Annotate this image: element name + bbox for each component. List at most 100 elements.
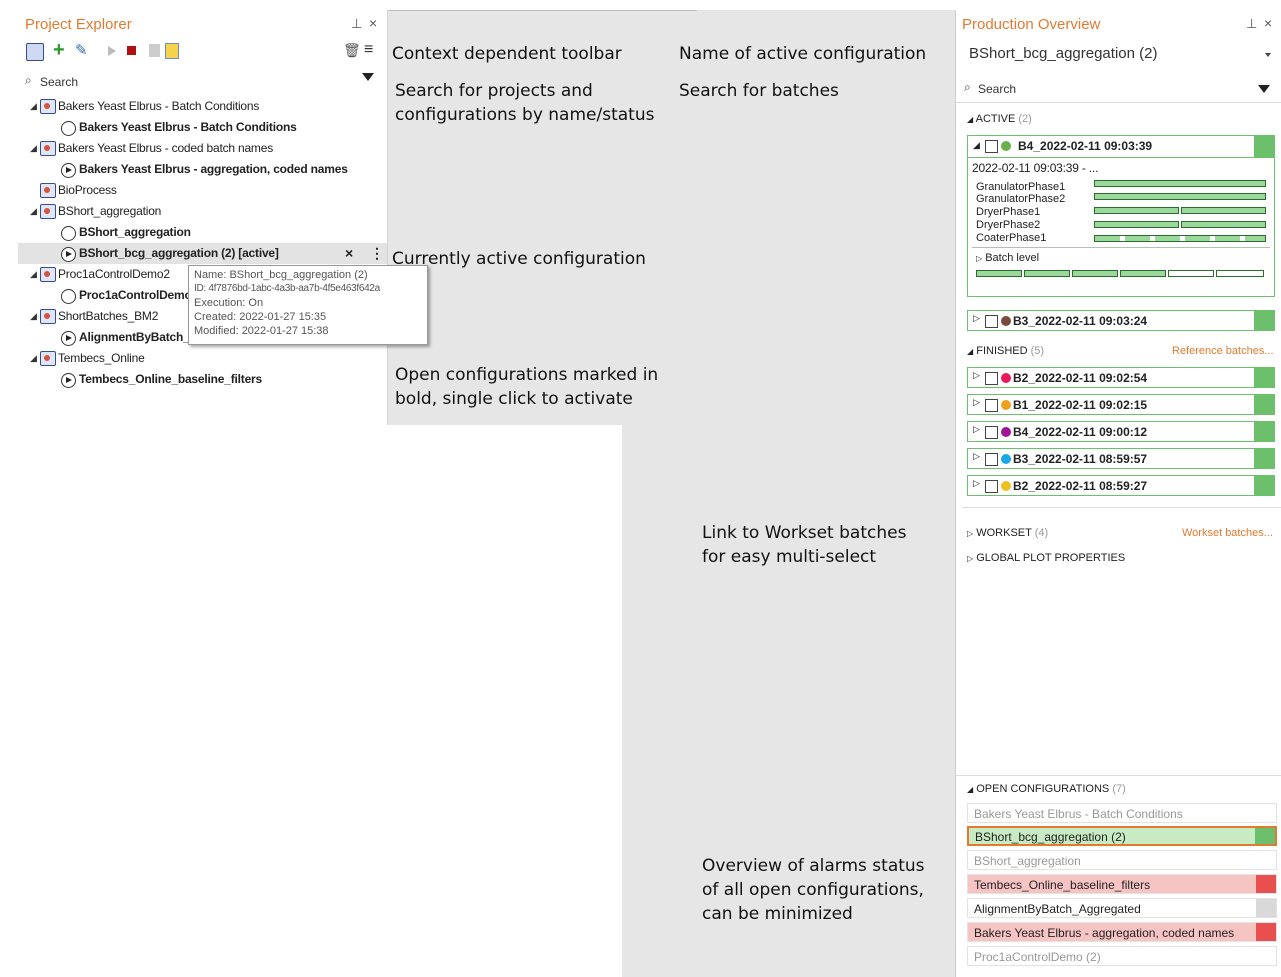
open-config-row[interactable]: AlignmentByBatch_Aggregated [967,898,1277,918]
open-configurations-header[interactable]: ◢ OPEN CONFIGURATIONS (7) [967,783,1126,795]
open-project-icon[interactable] [26,43,44,61]
open-config-row[interactable]: Proc1aControlDemo (2) [967,946,1277,966]
finished-batch-row[interactable]: ▷ B2_2022-02-11 08:59:27 [967,475,1275,496]
tree-project-item[interactable]: ◢ Bakers Yeast Elbrus - Batch Conditions [18,96,387,117]
expand-icon[interactable]: ◢ [30,201,37,222]
collapse-icon[interactable]: ◢ [973,140,980,151]
batch-search-box[interactable]: ⌕ Search [956,77,1281,99]
tree-config-item[interactable]: Bakers Yeast Elbrus - aggregation, coded… [18,159,387,180]
play-icon[interactable] [108,46,116,56]
tree-config-item-active[interactable]: BShort_bcg_aggregation (2) [active] × ⋮ [18,243,387,264]
open-config-row-active[interactable]: BShort_bcg_aggregation (2) [967,826,1277,846]
batch-name: B4_2022-02-11 09:00:12 [1013,425,1148,439]
section-count: (7) [1112,783,1126,795]
close-config-icon[interactable]: × [345,243,353,264]
delete-icon[interactable]: 🗑 [343,42,361,59]
batch-checkbox[interactable] [985,399,998,412]
batch-level-toggle[interactable]: ▷ Batch level [976,252,1039,264]
open-config-row[interactable]: BShort_aggregation [967,850,1277,870]
expand-icon[interactable]: ▷ [973,313,980,324]
batch-color-dot [1001,400,1011,410]
section-count: (4) [1034,527,1049,539]
tree-config-item[interactable]: BShort_aggregation [18,222,387,243]
tree-item-label: Bakers Yeast Elbrus - aggregation, coded… [79,162,348,176]
close-icon[interactable]: × [369,15,377,31]
batch-checkbox[interactable] [985,426,998,439]
pin-icon[interactable]: ⊥ [1246,16,1257,32]
expand-icon[interactable]: ▷ [973,397,980,408]
finished-batch-row[interactable]: ▷ B1_2022-02-11 09:02:15 [967,394,1275,415]
expand-icon[interactable]: ◢ [30,96,37,117]
expand-icon[interactable]: ▷ [973,370,980,381]
export-icon[interactable] [165,43,179,59]
phase-label: DryerPhase2 [976,219,1041,231]
phase-label: DryerPhase1 [976,206,1041,218]
batch-checkbox[interactable] [985,140,998,153]
expand-icon[interactable]: ◢ [30,306,37,327]
batch-checkbox[interactable] [985,315,998,328]
filter-icon[interactable] [362,73,374,81]
open-config-row[interactable]: Bakers Yeast Elbrus - aggregation, coded… [967,922,1277,942]
pin-icon[interactable]: ⊥ [351,16,362,32]
edit-icon[interactable]: ✎ [75,41,88,59]
annotation-search-projects-line2: configurations by name/status [395,105,655,125]
expand-icon[interactable]: ▷ [973,451,980,462]
active-batch-row[interactable]: ▷ B3_2022-02-11 09:03:24 [967,310,1275,331]
open-config-row[interactable]: Tembecs_Online_baseline_filters [967,874,1277,894]
open-config-label: AlignmentByBatch_Aggregated [974,902,1141,916]
chevron-down-icon [1265,53,1271,57]
add-icon[interactable]: + [53,39,65,62]
open-config-label: Bakers Yeast Elbrus - aggregation, coded… [974,926,1235,940]
search-box[interactable]: ⌕ Search [18,71,387,91]
phase-label: GranulatorPhase1 [976,181,1066,193]
filter-icon[interactable] [1258,85,1270,93]
active-config-dropdown[interactable]: BShort_bcg_aggregation (2) [956,40,1281,66]
finished-section-header[interactable]: ◢ FINISHED (5) [967,345,1044,357]
import-icon[interactable] [149,44,160,57]
batch-checkbox[interactable] [985,480,998,493]
expand-icon: ▷ [976,254,983,263]
stop-icon[interactable] [127,46,136,55]
phase-bar [1181,221,1266,228]
batch-status-bar [1254,136,1274,157]
workset-section-header[interactable]: ▷ WORKSET (4) [967,527,1048,539]
tooltip-modified: Modified: 2022-01-27 15:38 [194,325,329,337]
batch-level-bar [1120,270,1166,277]
global-plot-properties-header[interactable]: ▷ GLOBAL PLOT PROPERTIES [967,552,1125,564]
tree-project-item[interactable]: BioProcess [18,180,387,201]
annotation-name-active: Name of active configuration [679,44,927,64]
workset-batches-link[interactable]: Workset batches... [1182,527,1273,539]
batch-status-bar [1254,395,1274,414]
tree-project-item[interactable]: ◢ Bakers Yeast Elbrus - coded batch name… [18,138,387,159]
batch-checkbox[interactable] [985,372,998,385]
expand-icon[interactable]: ◢ [30,138,37,159]
finished-batch-row[interactable]: ▷ B4_2022-02-11 09:00:12 [967,421,1275,442]
tree-item-label: Tembecs_Online [58,351,145,365]
annotation-open-configs-line1: Open configurations marked in [395,365,659,385]
expand-icon[interactable]: ▷ [973,424,980,435]
finished-batch-row[interactable]: ▷ B2_2022-02-11 09:02:54 [967,367,1275,388]
expand-icon[interactable]: ◢ [30,348,37,369]
more-options-icon[interactable]: ⋮ [370,243,384,264]
tree-project-item[interactable]: ◢ Tembecs_Online [18,348,387,369]
batch-checkbox[interactable] [985,453,998,466]
expand-icon[interactable]: ◢ [30,264,37,285]
active-section-header[interactable]: ◢ ACTIVE (2) [967,113,1032,125]
tree-project-item[interactable]: ◢ BShort_aggregation [18,201,387,222]
section-label: FINISHED [976,345,1028,357]
tree-config-item[interactable]: Tembecs_Online_baseline_filters [18,369,387,390]
tree-config-item[interactable]: Bakers Yeast Elbrus - Batch Conditions [18,117,387,138]
active-batch-card[interactable]: ◢ B4_2022-02-11 09:03:39 2022-02-11 09:0… [967,135,1275,297]
expand-icon[interactable]: ▷ [973,478,980,489]
tree-item-label: BShort_aggregation [58,204,162,218]
menu-icon[interactable]: ≡ [364,41,373,59]
batch-level-bar [1216,270,1264,277]
reference-batches-link[interactable]: Reference batches... [1172,345,1274,357]
finished-batch-row[interactable]: ▷ B3_2022-02-11 08:59:57 [967,448,1275,469]
close-icon[interactable]: × [1264,15,1272,31]
section-label: ACTIVE [975,113,1016,125]
open-config-row[interactable]: Bakers Yeast Elbrus - Batch Conditions [967,803,1277,823]
project-explorer-panel: Project Explorer ⊥ × + ✎ 🗑 ≡ ⌕ Search ◢ … [18,10,388,425]
active-config-value: BShort_bcg_aggregation (2) [969,45,1158,62]
active-batch-header[interactable]: ◢ B4_2022-02-11 09:03:39 [968,136,1274,158]
